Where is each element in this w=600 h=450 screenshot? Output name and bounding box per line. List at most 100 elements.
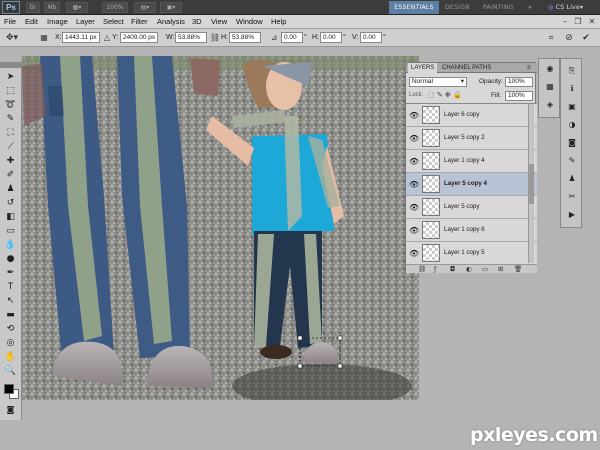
warp-mode-icon[interactable]: ⌗ (545, 32, 557, 44)
lasso-tool-icon[interactable]: ➰ (3, 100, 18, 111)
bridge-button[interactable]: Br (26, 2, 40, 13)
link-proportions-icon[interactable]: ⛓ (209, 32, 221, 44)
gradient-tool-icon[interactable]: ▭ (3, 226, 18, 237)
zoom-level-select[interactable]: 100% (102, 2, 128, 13)
zoom-tool-icon[interactable]: 🔍 (3, 366, 18, 377)
panel-menu-icon[interactable]: ≡ (524, 63, 534, 73)
pen-tool-icon[interactable]: ✒ (3, 268, 18, 279)
eyedropper-tool-icon[interactable]: ⟋ (3, 142, 18, 153)
info-panel-icon[interactable]: ℹ (566, 83, 578, 94)
menu-window[interactable]: Window (236, 17, 263, 26)
transform-handle[interactable] (337, 335, 343, 341)
path-selection-tool-icon[interactable]: ↖ (3, 296, 18, 307)
tab-layers[interactable]: LAYERS (408, 63, 438, 73)
rotation-angle-input[interactable]: 0.00 (281, 32, 303, 43)
navigator-panel-icon[interactable]: ▣ (566, 101, 578, 112)
cancel-transform-icon[interactable]: ⊘ (563, 32, 575, 44)
healing-brush-tool-icon[interactable]: ✚ (3, 156, 18, 167)
minibridge-button[interactable]: Mb (44, 2, 60, 13)
visibility-eye-icon[interactable]: 👁 (409, 180, 419, 189)
group-icon[interactable]: ▭ (482, 265, 488, 273)
close-window-icon[interactable]: ✕ (586, 16, 598, 28)
fill-input[interactable]: 100% (505, 91, 533, 101)
layer-row[interactable]: 👁 Layer 1 copy 5 (406, 242, 537, 264)
lock-options-icon[interactable]: ⬚ ✎ ✥ 🔒 (428, 91, 462, 99)
mask-icon[interactable]: ◘ (450, 265, 455, 273)
eraser-tool-icon[interactable]: ◧ (3, 212, 18, 223)
menu-help[interactable]: Help (271, 17, 286, 26)
tools-presets-panel-icon[interactable]: ✂ (566, 191, 578, 202)
brushes-panel-icon[interactable]: ✎ (566, 155, 578, 166)
screen-mode-button[interactable]: ▣▾ (160, 2, 182, 13)
menu-3d[interactable]: 3D (192, 17, 202, 26)
transform-handle[interactable] (297, 335, 303, 341)
quick-mask-icon[interactable]: ◙ (3, 404, 18, 415)
masks-panel-icon[interactable]: ◙ (566, 137, 578, 148)
menu-filter[interactable]: Filter (131, 17, 148, 26)
layer-row[interactable]: 👁 Layer 1 copy 8 (406, 219, 537, 242)
visibility-eye-icon[interactable]: 👁 (409, 111, 419, 120)
color-panel-icon[interactable]: ◉ (544, 63, 556, 74)
tab-channel-paths[interactable]: CHANNEL PATHS (439, 63, 494, 73)
workspace-essentials[interactable]: ESSENTIALS (389, 1, 439, 14)
blur-tool-icon[interactable]: 💧 (3, 240, 18, 251)
opacity-input[interactable]: 100% (505, 77, 533, 87)
transform-handle[interactable] (337, 363, 343, 369)
restore-window-icon[interactable]: ❐ (572, 16, 584, 28)
new-layer-icon[interactable]: ⊞ (498, 265, 503, 273)
dodge-tool-icon[interactable]: ● (3, 254, 18, 265)
adjustment-icon[interactable]: ◐ (466, 265, 472, 273)
marquee-tool-icon[interactable]: ⬚ (3, 86, 18, 97)
shape-tool-icon[interactable]: ▬ (3, 310, 18, 321)
styles-panel-icon[interactable]: ◈ (544, 99, 556, 110)
menu-analysis[interactable]: Analysis (157, 17, 185, 26)
height-scale-input[interactable]: 53.88% (229, 32, 261, 43)
workspace-design[interactable]: DESIGN (445, 1, 470, 14)
menu-edit[interactable]: Edit (25, 17, 38, 26)
vertical-skew-input[interactable]: 0.00 (360, 32, 382, 43)
menu-select[interactable]: Select (103, 17, 124, 26)
document-canvas[interactable] (22, 56, 419, 400)
panel-grip[interactable] (0, 62, 22, 68)
3d-rotate-tool-icon[interactable]: ⟲ (3, 324, 18, 335)
visibility-eye-icon[interactable]: 👁 (409, 203, 419, 212)
menu-layer[interactable]: Layer (76, 17, 95, 26)
layer-row[interactable]: 👁 Layer 5 copy (406, 196, 537, 219)
horizontal-skew-input[interactable]: 0.00 (320, 32, 342, 43)
cs-live-button[interactable]: ◎ CS Live▾ (548, 1, 598, 14)
workspace-overflow[interactable]: » (528, 1, 532, 14)
visibility-eye-icon[interactable]: 👁 (409, 226, 419, 235)
clone-source-panel-icon[interactable]: ♟ (566, 173, 578, 184)
layers-scrollbar[interactable] (528, 104, 534, 263)
crop-tool-icon[interactable]: ⛶ (3, 128, 18, 139)
3d-orbit-tool-icon[interactable]: ◎ (3, 338, 18, 349)
transform-tool-icon[interactable]: ✥▾ (6, 32, 18, 44)
menu-file[interactable]: File (4, 17, 16, 26)
layer-row-selected[interactable]: 👁 Layer 5 copy 4 (406, 173, 537, 196)
layer-row[interactable]: 👁 Layer 5 copy 2 (406, 127, 537, 150)
history-brush-tool-icon[interactable]: ↺ (3, 198, 18, 209)
visibility-eye-icon[interactable]: 👁 (409, 157, 419, 166)
workspace-painting[interactable]: PAINTING (483, 1, 514, 14)
brush-tool-icon[interactable]: ✐ (3, 170, 18, 181)
view-extras-button[interactable]: ▦▾ (66, 2, 88, 13)
history-panel-icon[interactable]: ⎘ (566, 65, 578, 76)
blend-mode-select[interactable]: Normal ▾ (409, 77, 467, 87)
hand-tool-icon[interactable]: ✋ (3, 352, 18, 363)
type-tool-icon[interactable]: T (3, 282, 18, 293)
width-scale-input[interactable]: 53.88% (175, 32, 207, 43)
x-position-input[interactable]: 1443.11 px (62, 32, 100, 43)
arrange-documents-button[interactable]: ▤▾ (134, 2, 156, 13)
clone-stamp-tool-icon[interactable]: ♟ (3, 184, 18, 195)
trash-icon[interactable]: 🗑 (514, 265, 522, 273)
layer-row[interactable]: 👁 Layer 6 copy (406, 104, 537, 127)
fx-icon[interactable]: ƒ (434, 265, 436, 273)
y-position-input[interactable]: 2409.00 px (120, 32, 158, 43)
adjustments-panel-icon[interactable]: ◑ (566, 119, 578, 130)
commit-transform-icon[interactable]: ✔ (580, 32, 592, 44)
link-icon[interactable]: ⛓ (418, 265, 426, 273)
foreground-color-swatch[interactable] (4, 384, 14, 394)
scrollbar-thumb[interactable] (529, 164, 534, 204)
transform-handle[interactable] (297, 363, 303, 369)
menu-view[interactable]: View (211, 17, 227, 26)
